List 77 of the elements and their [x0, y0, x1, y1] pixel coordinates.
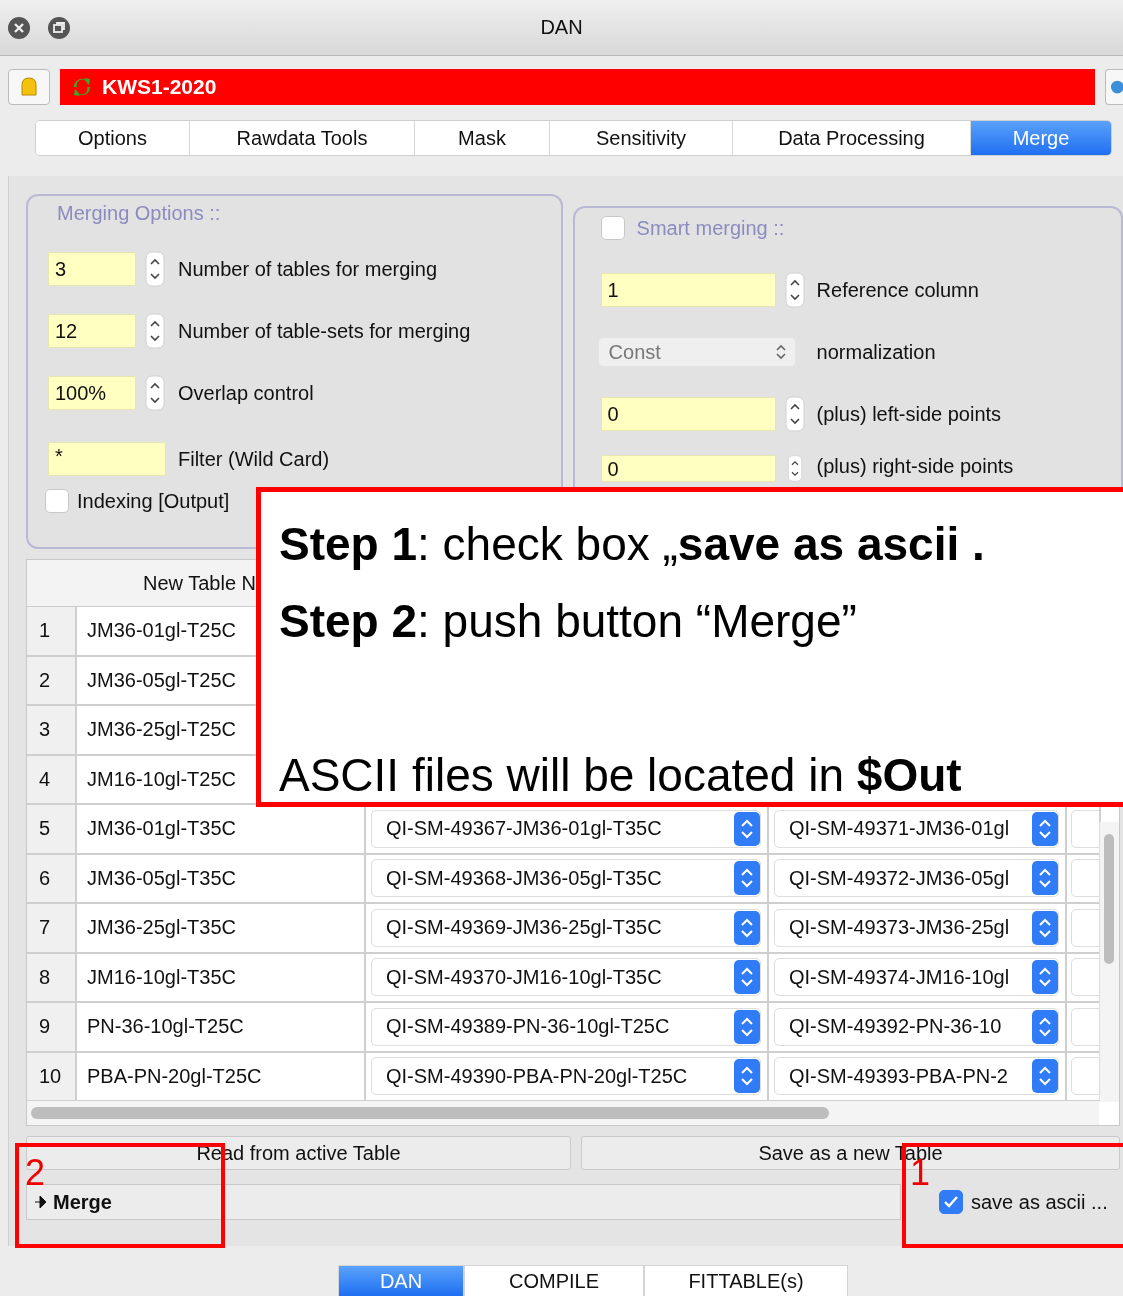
table-dropdown[interactable]: QI-SM-49372-JM36-05gl: [774, 859, 1059, 898]
field-label: Filter (Wild Card): [178, 447, 330, 471]
column-header: New Table N: [143, 571, 257, 595]
dropdown-arrows-icon[interactable]: [734, 910, 760, 945]
dropdown[interactable]: Const: [597, 337, 796, 367]
number-field[interactable]: 0: [600, 397, 776, 431]
tab[interactable]: FITTABLE(s): [644, 1265, 848, 1296]
dropdown-arrows-icon[interactable]: [1032, 1009, 1058, 1044]
row-number: 2: [27, 656, 77, 704]
merge-button[interactable]: Merge: [26, 1184, 901, 1220]
table-dropdown[interactable]: QI-SM-49392-PN-36-10: [774, 1007, 1059, 1046]
dropdown-arrows-icon[interactable]: [734, 861, 760, 896]
checkbox-label: save as ascii ...: [971, 1190, 1108, 1214]
dropdown-arrows-icon[interactable]: [1032, 910, 1058, 945]
horizontal-scrollbar[interactable]: [27, 1101, 1099, 1125]
row-number: 4: [27, 755, 77, 803]
restore-icon[interactable]: [47, 15, 71, 40]
field-label: Reference column: [816, 278, 979, 302]
number-field[interactable]: 1: [600, 273, 776, 307]
number-field[interactable]: 100%: [48, 376, 136, 410]
spin-arrows-icon[interactable]: [784, 396, 805, 432]
group-title: Smart merging ::: [636, 216, 785, 240]
row-number: 5: [27, 805, 77, 853]
table-dropdown[interactable]: QI-SM-49393-PBA-PN-2: [774, 1057, 1059, 1096]
table-dropdown[interactable]: QI-SM-49373-JM36-25gl: [774, 908, 1059, 947]
row-number: 8: [27, 953, 77, 1001]
table-dropdown[interactable]: QI-SM-49369-JM36-25gl-T35C: [371, 908, 761, 947]
toolbar-button[interactable]: [8, 69, 50, 105]
text-field[interactable]: *: [48, 442, 166, 476]
project-title: KWS1-2020: [102, 75, 217, 99]
spin-arrows-icon[interactable]: [145, 313, 165, 349]
number-field[interactable]: 12: [48, 314, 136, 348]
row-number: 1: [27, 607, 77, 655]
spin-arrows-icon[interactable]: [784, 272, 805, 308]
row-number: 6: [27, 854, 77, 902]
checkbox[interactable]: [600, 216, 625, 240]
field-label: Number of tables for merging: [178, 257, 437, 281]
group-title: Merging Options ::: [57, 202, 222, 225]
dropdown-arrows-icon[interactable]: [1032, 1059, 1058, 1094]
tab[interactable]: Merge: [970, 121, 1111, 155]
dropdown-arrows-icon[interactable]: [734, 960, 760, 995]
dropdown-arrows-icon[interactable]: [734, 811, 760, 846]
checkbox[interactable]: [939, 1190, 963, 1214]
dropdown-arrows-icon[interactable]: [734, 1009, 760, 1044]
row-number: 7: [27, 904, 77, 952]
checkbox[interactable]: [45, 489, 69, 513]
table-dropdown[interactable]: QI-SM-49374-JM16-10gl: [774, 958, 1059, 997]
table-dropdown[interactable]: QI-SM-49367-JM36-01gl-T35C: [371, 809, 761, 848]
spin-arrows-icon[interactable]: [145, 251, 165, 287]
number-field[interactable]: 3: [48, 252, 136, 286]
table-dropdown[interactable]: QI-SM-49371-JM36-01gl: [774, 809, 1059, 848]
table-dropdown[interactable]: QI-SM-49370-JM16-10gl-T35C: [371, 958, 761, 997]
vertical-scrollbar[interactable]: [1099, 822, 1119, 1102]
window-title: DAN: [540, 16, 583, 39]
callout-text: Step 1: check box „save as ascii .: [279, 517, 985, 572]
row-number: 3: [27, 706, 77, 754]
number-field[interactable]: 0: [600, 455, 776, 482]
row-number: 9: [27, 1003, 77, 1051]
toolbar-button[interactable]: [1105, 69, 1123, 105]
table-dropdown[interactable]: QI-SM-49368-JM36-05gl-T35C: [371, 859, 761, 898]
field-label: (plus) right-side points: [816, 455, 1014, 478]
dropdown-arrows-icon: [774, 342, 787, 362]
spin-arrows-icon[interactable]: [145, 375, 165, 411]
field-label: Number of table-sets for merging: [178, 319, 471, 343]
row-number: 10: [27, 1052, 77, 1100]
dropdown-arrows-icon[interactable]: [1032, 960, 1058, 995]
tab[interactable]: COMPILE: [464, 1265, 644, 1296]
close-icon[interactable]: [7, 15, 31, 40]
table-dropdown[interactable]: QI-SM-49389-PN-36-10gl-T25C: [371, 1007, 761, 1046]
field-label: Overlap control: [178, 381, 314, 405]
field-label: normalization: [816, 340, 936, 364]
dropdown-arrows-icon[interactable]: [1032, 861, 1058, 896]
table-dropdown[interactable]: QI-SM-49390-PBA-PN-20gl-T25C: [371, 1057, 761, 1096]
field-label: (plus) left-side points: [816, 402, 1002, 426]
checkbox-label: Indexing [Output]: [77, 489, 230, 513]
dropdown-arrows-icon[interactable]: [1032, 811, 1058, 846]
dropdown-arrows-icon[interactable]: [734, 1059, 760, 1094]
